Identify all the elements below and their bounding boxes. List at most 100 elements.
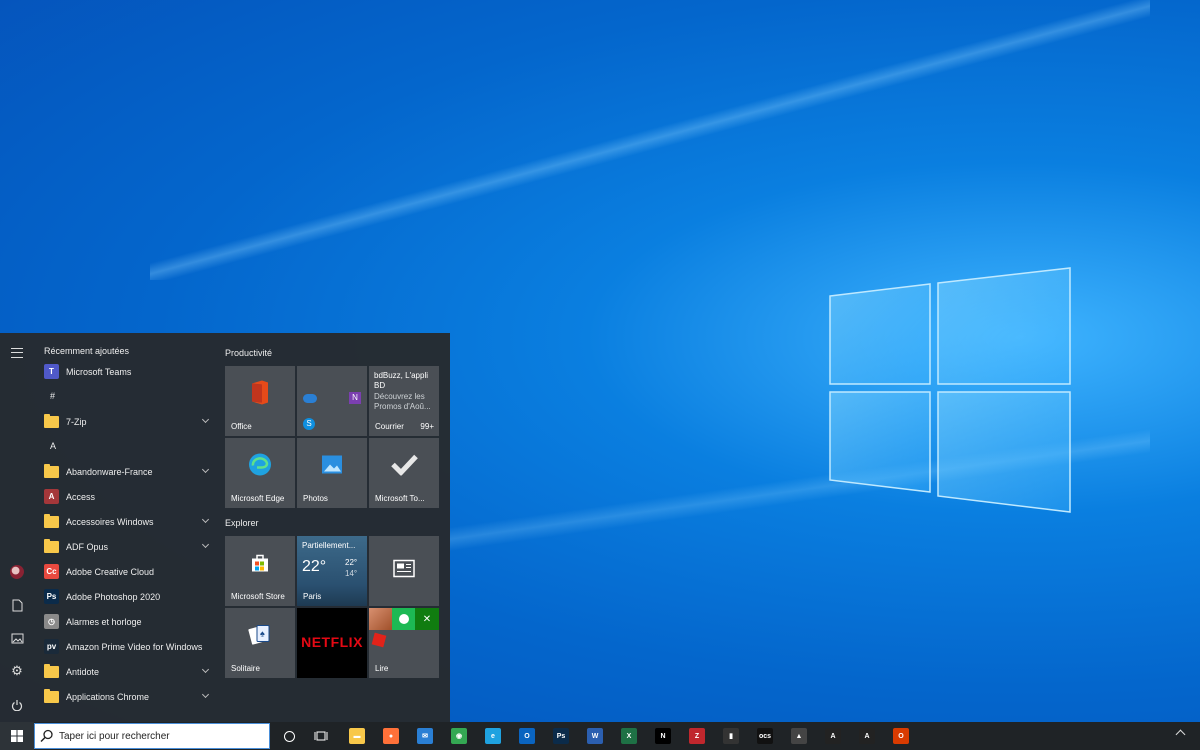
mail-preview-title: bdBuzz, L'appli BD [374,371,429,390]
taskbar-pinned-app[interactable]: ● [381,726,401,746]
edge-icon: e [485,728,501,744]
user-account-button[interactable] [0,558,34,586]
section-letter[interactable]: A [34,434,214,459]
mail-preview-body: Découvrez les Promos d'Aoû... [374,392,431,411]
taskbar-pinned-app[interactable]: ✉ [415,726,435,746]
netflix-icon: N [655,728,671,744]
file-explorer-icon: ▬ [349,728,365,744]
pictures-button[interactable] [0,624,34,652]
alarm-icon: ◷ [44,614,59,629]
taskbar-pinned-app[interactable]: N [653,726,673,746]
xbox-icon: ✕ [415,608,439,630]
section-letter[interactable]: # [34,384,214,409]
app-folder-item[interactable]: 7-Zip [34,409,214,434]
app-folder-item[interactable]: ADF Opus [34,534,214,559]
outlook-icon: O [519,728,535,744]
chevron-down-icon [201,690,210,699]
cortana-button[interactable] [279,726,299,746]
onenote-icon: N [349,392,361,404]
tile-news[interactable] [369,536,439,606]
app-list-item[interactable]: ◷ Alarmes et horloge [34,609,214,634]
taskbar-pinned-app[interactable]: X [619,726,639,746]
game-thumbnail [369,608,392,630]
app-label: 7-Zip [66,416,87,427]
taskbar-pinned-app[interactable]: Z [687,726,707,746]
weather-low: 14° [345,569,358,578]
app-label: Abandonware-France [66,466,153,477]
skype-icon: S [303,418,315,430]
taskbar-pinned-app[interactable]: ▲ [789,726,809,746]
checkmark-icon [390,454,418,481]
tile-photos[interactable]: Photos [297,438,367,508]
edge-icon [248,453,272,482]
task-view-button[interactable] [311,726,331,746]
taskbar-pinned-app[interactable]: O [517,726,537,746]
tile-office-apps-folder[interactable]: N S [297,366,367,436]
search-input[interactable] [59,730,249,742]
settings-button[interactable]: ⚙ [0,657,34,685]
tile-solitaire[interactable]: ♠ Solitaire [225,608,295,678]
tile-store[interactable]: Microsoft Store [225,536,295,606]
windows-logo-wallpaper [829,267,1071,513]
svg-text:♠: ♠ [260,629,265,639]
taskbar-pinned-app[interactable]: ▮ [721,726,741,746]
tile-edge[interactable]: Microsoft Edge [225,438,295,508]
expand-menu-button[interactable] [0,339,34,367]
audio-app-icon: ▮ [723,728,739,744]
chevron-down-icon [201,515,210,524]
folder-icon [44,463,59,479]
tiles-area: Productivité Explorer Office N S bdBuzz,… [224,333,450,722]
hamburger-icon [11,348,23,358]
mail-count-badge: 99+ [420,422,434,431]
app-label: Amazon Prime Video for Windows [66,641,203,652]
office-icon: O [893,728,909,744]
app-list-item[interactable]: Ps Adobe Photoshop 2020 [34,584,214,609]
app-folder-item[interactable]: Applications Chrome [34,684,214,709]
access-icon: A [44,489,59,504]
start-button[interactable] [0,722,34,750]
app-label: Adobe Creative Cloud [66,566,155,577]
tile-weather[interactable]: Partiellement... 22° 22° 14° Paris [297,536,367,606]
power-button[interactable] [0,691,34,719]
taskbar-pinned-app[interactable]: ◉ [449,726,469,746]
app-list-item[interactable]: pv Amazon Prime Video for Windows [34,634,214,659]
search-icon [40,729,53,743]
document-icon [12,599,22,611]
atari-color-icon: A [859,728,875,744]
taskbar-pinned-app[interactable]: A [823,726,843,746]
documents-button[interactable] [0,591,34,619]
app-list-item[interactable]: Cc Adobe Creative Cloud [34,559,214,584]
folder-icon [44,663,59,679]
app-list-item[interactable]: A Access [34,484,214,509]
taskbar: ▬ ● ✉ ◉ e O Ps W X N Z ▮ ocs ▲ A A O [0,722,1200,750]
taskbar-pinned-app[interactable]: e [483,726,503,746]
gear-icon: ⚙ [11,663,23,678]
taskbar-pinned-app[interactable]: A [857,726,877,746]
avatar [10,565,24,579]
tile-netflix[interactable]: NETFLIX [297,608,367,678]
netflix-logo: NETFLIX [301,634,363,650]
app-list-item[interactable]: T Microsoft Teams [34,359,214,384]
chevron-up-icon[interactable] [1175,729,1186,740]
app-folder-item[interactable]: Accessoires Windows [34,509,214,534]
office-icon [248,380,272,411]
taskbar-pinned-app[interactable]: W [585,726,605,746]
tile-play[interactable]: ✕ Lire [369,608,439,678]
store-icon [249,552,271,579]
tile-todo[interactable]: Microsoft To... [369,438,439,508]
taskbar-pinned-app[interactable]: ocs [755,726,775,746]
creative-cloud-icon: Cc [44,564,59,579]
taskbar-pinned-app[interactable]: ▬ [347,726,367,746]
app-folder-item[interactable]: Antidote [34,659,214,684]
app-folder-item[interactable]: Abandonware-France [34,459,214,484]
taskbar-pinned-app[interactable]: O [891,726,911,746]
onedrive-icon [303,394,317,403]
tile-mail[interactable]: bdBuzz, L'appli BD Découvrez les Promos … [369,366,439,436]
chevron-down-icon [201,540,210,549]
filezilla-icon: Z [689,728,705,744]
taskbar-search-box[interactable] [34,723,270,749]
tile-office[interactable]: Office [225,366,295,436]
chevron-down-icon [201,465,210,474]
start-menu: ⚙ Récemment ajoutées T Microsoft Teams #7-… [0,333,450,722]
taskbar-pinned-app[interactable]: Ps [551,726,571,746]
